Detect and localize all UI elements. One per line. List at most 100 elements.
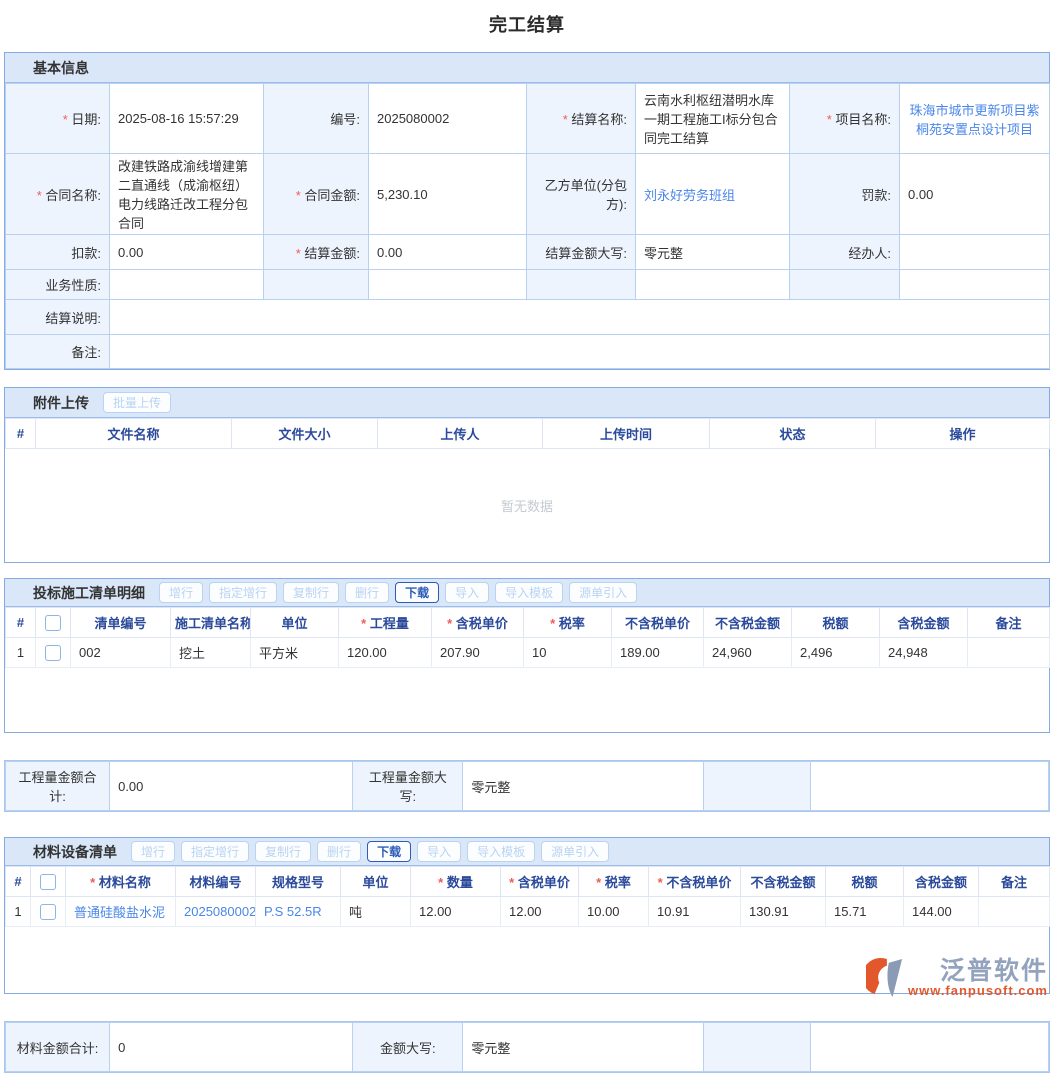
tax-rate-cell: 10.00 [579,897,649,927]
attachments-header-row: # 文件名称 文件大小 上传人 上传时间 状态 操作 [6,419,1050,449]
with-tax-amount-cell: 24,948 [880,638,968,668]
add-row-button[interactable]: 增行 [131,841,175,862]
import-button[interactable]: 导入 [445,582,489,603]
col-header-uploader: 上传人 [378,419,543,449]
qty-total-table: 工程量金额合计: 0.00 工程量金额大写: 零元整 [5,761,1049,811]
import-template-button[interactable]: 导入模板 [467,841,535,862]
col-header-with-tax-amount: 含税金额 [904,867,979,897]
row-checkbox[interactable] [40,904,56,920]
contract-name-label: 合同名称: [37,188,101,203]
basic-info-title: 基本信息 [33,58,89,78]
date-label: 日期: [63,112,101,127]
business-label-cell: 业务性质: [6,270,110,300]
batch-upload-button[interactable]: 批量上传 [103,392,171,413]
party-b-link[interactable]: 刘永好劳务班组 [644,188,735,203]
delete-row-button[interactable]: 删行 [345,582,389,603]
row-checkbox[interactable] [45,645,61,661]
attachments-section: 附件上传 批量上传 # 文件名称 文件大小 上传人 上传时间 状态 操作 暂无数… [4,387,1050,563]
blank-value-cell [369,270,527,300]
col-header-tax-rate: 税率 [579,867,649,897]
basic-row-4: 业务性质: [6,270,1050,300]
select-all-checkbox[interactable] [40,874,56,890]
project-link[interactable]: 珠海市城市更新项目紫桐苑安置点设计项目 [909,103,1039,137]
party-b-label: 乙方单位(分包方): [545,178,627,212]
list-code-cell: 002 [71,638,171,668]
date-label-cell: 日期: [6,84,110,154]
attachments-title: 附件上传 [33,393,89,413]
col-header-file-size: 文件大小 [232,419,378,449]
contract-amount-label-cell: 合同金额: [264,154,369,235]
quantity-cell: 120.00 [339,638,432,668]
with-tax-amount-cell: 144.00 [904,897,979,927]
deduction-label-cell: 扣款: [6,235,110,270]
penalty-label-cell: 罚款: [790,154,900,235]
material-code-link[interactable]: 2025080002 [184,904,256,919]
tax-rate-cell: 10 [524,638,612,668]
download-button[interactable]: 下载 [367,841,411,862]
remark-cell [968,638,1050,668]
attachments-empty-state: 暂无数据 [5,449,1049,562]
settle-amount-label: 结算金额: [296,246,360,261]
blank-value-cell [810,762,1048,811]
source-import-button[interactable]: 源单引入 [541,841,609,862]
handler-value [900,235,1050,270]
copy-row-button[interactable]: 复制行 [255,841,311,862]
material-code-cell: 2025080002 [176,897,256,927]
basic-info-header: 基本信息 [5,53,1049,83]
party-b-label-cell: 乙方单位(分包方): [527,154,636,235]
insert-row-button[interactable]: 指定增行 [181,841,249,862]
deduction-label: 扣款: [71,246,101,261]
row-select-cell [36,638,71,668]
col-header-material-code: 材料编号 [176,867,256,897]
no-tax-price-cell: 10.91 [649,897,741,927]
col-header-actions: 操作 [876,419,1050,449]
add-row-button[interactable]: 增行 [159,582,203,603]
select-all-checkbox[interactable] [45,615,61,631]
col-header-quantity: 工程量 [339,608,432,638]
serial-value: 2025080002 [369,84,527,154]
no-tax-price-cell: 189.00 [612,638,704,668]
import-button[interactable]: 导入 [417,841,461,862]
col-header-no-tax-amount: 不含税金额 [704,608,792,638]
col-header-no-tax-price: 不含税单价 [649,867,741,897]
basic-info-section: 基本信息 日期: 2025-08-16 15:57:29 编号: 2025080… [4,52,1050,370]
qty-caps-label: 工程量金额大写: [353,762,463,811]
col-header-tax-rate: 税率 [524,608,612,638]
insert-row-button[interactable]: 指定增行 [209,582,277,603]
basic-row-2: 合同名称: 改建铁路成渝线增建第二直通线（成渝枢纽）电力线路迁改工程分包合同 合… [6,154,1050,235]
col-header-index: # [6,608,36,638]
spec-model-link[interactable]: P.S 52.5R [264,904,322,919]
col-header-select [36,608,71,638]
col-header-index: # [6,419,36,449]
desc-label: 结算说明: [45,311,101,326]
business-value [110,270,264,300]
material-name-link[interactable]: 普通硅酸盐水泥 [74,905,165,920]
tax-price-cell: 207.90 [432,638,524,668]
handler-label-cell: 经办人: [790,235,900,270]
row-index: 1 [6,638,36,668]
penalty-label: 罚款: [861,188,891,203]
col-header-remark: 备注 [979,867,1050,897]
material-list-table: # 材料名称 材料编号 规格型号 单位 数量 含税单价 税率 不含税单价 不含税… [5,866,1050,927]
bid-list-empty-area [5,668,1049,732]
col-header-file-name: 文件名称 [36,419,232,449]
blank-label-cell [790,270,900,300]
download-button[interactable]: 下载 [395,582,439,603]
source-import-button[interactable]: 源单引入 [569,582,637,603]
col-header-tax-amount: 税额 [826,867,904,897]
project-label: 项目名称: [827,112,891,127]
blank-label-cell [527,270,636,300]
row-index: 1 [6,897,31,927]
settle-amount-value: 0.00 [369,235,527,270]
copy-row-button[interactable]: 复制行 [283,582,339,603]
delete-row-button[interactable]: 删行 [317,841,361,862]
settle-caps-value: 零元整 [636,235,790,270]
col-header-with-tax-amount: 含税金额 [880,608,968,638]
attachments-header: 附件上传 批量上传 [5,388,1049,418]
bid-list-table: # 清单编号 施工清单名称 单位 工程量 含税单价 税率 不含税单价 不含税金额… [5,607,1050,668]
col-header-spec-model: 规格型号 [256,867,341,897]
bid-list-header: 投标施工清单明细 增行 指定增行 复制行 删行 下载 导入 导入模板 源单引入 [5,579,1049,607]
basic-row-6: 备注: [6,335,1050,369]
material-list-header: 材料设备清单 增行 指定增行 复制行 删行 下载 导入 导入模板 源单引入 [5,838,1049,866]
import-template-button[interactable]: 导入模板 [495,582,563,603]
